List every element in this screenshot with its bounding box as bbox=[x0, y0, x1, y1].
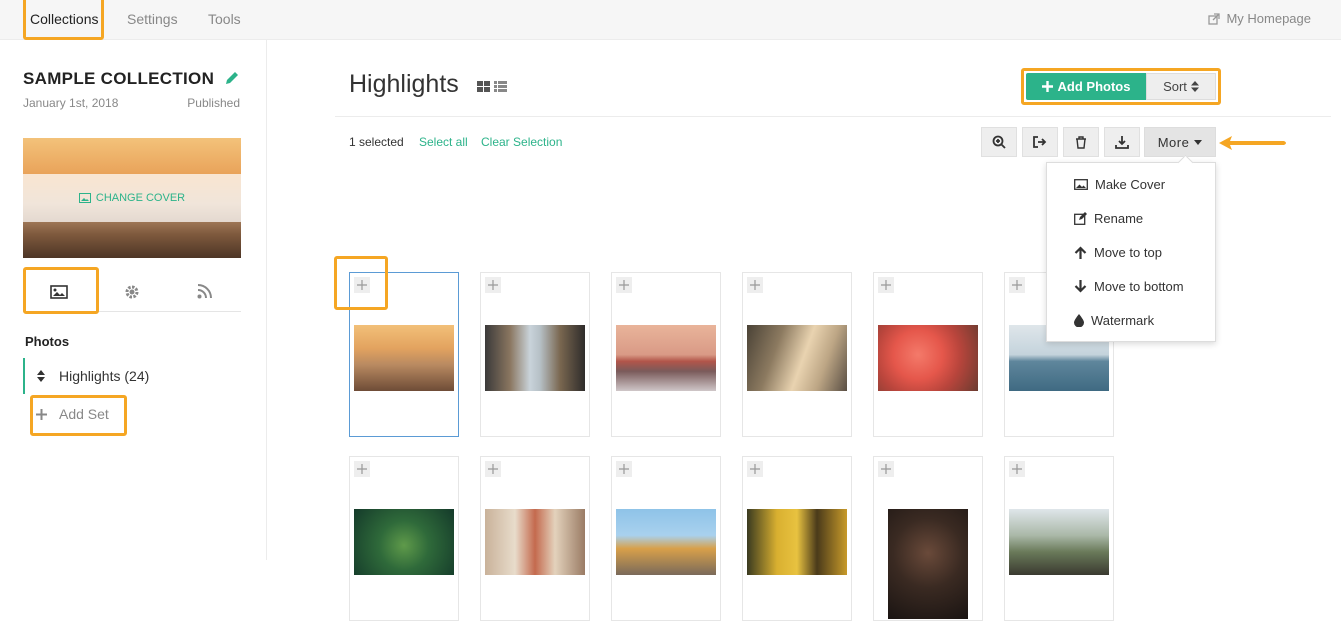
drag-handle-icon[interactable] bbox=[878, 461, 894, 477]
collection-title: SAMPLE COLLECTION bbox=[23, 69, 215, 88]
my-homepage-link[interactable]: My Homepage bbox=[1208, 11, 1311, 26]
photo-thumbnail bbox=[888, 509, 968, 619]
drag-handle-icon[interactable] bbox=[616, 277, 632, 293]
more-label: More bbox=[1157, 134, 1190, 150]
highlight-box-add-sort bbox=[1021, 68, 1221, 105]
cover-image: CHANGE COVER bbox=[23, 138, 241, 258]
photo-tile[interactable] bbox=[873, 456, 983, 621]
trash-icon bbox=[1076, 135, 1086, 149]
photo-thumbnail bbox=[878, 325, 978, 391]
page-title: Highlights bbox=[349, 70, 459, 98]
sidebar-set-highlights[interactable]: Highlights (24) bbox=[23, 358, 241, 394]
highlight-box-add-set bbox=[30, 395, 127, 436]
external-link-icon bbox=[1208, 12, 1221, 25]
drag-handle-icon[interactable] bbox=[485, 277, 501, 293]
view-toggle bbox=[477, 81, 507, 92]
delete-button[interactable] bbox=[1063, 127, 1099, 157]
photo-tile[interactable] bbox=[611, 272, 721, 437]
photo-tile[interactable] bbox=[742, 272, 852, 437]
collection-date: January 1st, 2018 bbox=[23, 96, 119, 110]
change-cover-button[interactable]: CHANGE COVER bbox=[23, 174, 241, 222]
annotation-arrow bbox=[1219, 136, 1286, 150]
highlight-box-collections bbox=[23, 0, 104, 40]
photo-tile[interactable] bbox=[480, 272, 590, 437]
photo-tile[interactable] bbox=[1004, 456, 1114, 621]
tab-tools[interactable]: Tools bbox=[208, 11, 241, 27]
move-to-bottom-label: Move to bottom bbox=[1094, 278, 1184, 294]
rename-label: Rename bbox=[1094, 210, 1144, 226]
grid-view-icon[interactable] bbox=[477, 81, 490, 92]
tab-settings[interactable]: Settings bbox=[127, 11, 178, 27]
menu-item-make-cover[interactable]: Make Cover bbox=[1047, 167, 1215, 201]
photo-thumbnail bbox=[616, 509, 716, 575]
make-cover-label: Make Cover bbox=[1095, 176, 1166, 192]
photo-thumbnail bbox=[354, 325, 454, 391]
highlight-box-photos-tab bbox=[23, 267, 99, 314]
tab-gear[interactable] bbox=[96, 272, 169, 311]
photos-heading: Photos bbox=[25, 334, 70, 349]
set-label: Highlights (24) bbox=[59, 368, 150, 384]
photo-thumbnail bbox=[747, 325, 847, 391]
zoom-in-icon bbox=[992, 135, 1006, 149]
image-icon bbox=[78, 193, 91, 203]
menu-item-move-to-top[interactable]: Move to top bbox=[1047, 235, 1215, 269]
sign-out-icon bbox=[1033, 136, 1047, 148]
menu-item-watermark[interactable]: Watermark bbox=[1047, 303, 1215, 337]
tab-rss[interactable] bbox=[168, 272, 241, 311]
photo-tile[interactable] bbox=[480, 456, 590, 621]
image-icon bbox=[1074, 178, 1088, 190]
collection-status: Published bbox=[187, 96, 240, 110]
more-button[interactable]: More bbox=[1144, 127, 1216, 157]
sort-arrows-icon bbox=[37, 370, 45, 382]
photo-thumbnail bbox=[747, 509, 847, 575]
top-bar: Collections Settings Tools My Homepage bbox=[0, 0, 1341, 40]
photo-thumbnail bbox=[485, 509, 585, 575]
my-homepage-label: My Homepage bbox=[1226, 11, 1311, 26]
download-icon bbox=[1115, 135, 1129, 149]
gear-icon bbox=[125, 285, 139, 298]
clear-selection-link[interactable]: Clear Selection bbox=[481, 135, 562, 149]
highlight-box-drag-handle bbox=[334, 256, 388, 310]
drag-handle-icon[interactable] bbox=[747, 277, 763, 293]
drag-handle-icon[interactable] bbox=[1009, 461, 1025, 477]
select-all-link[interactable]: Select all bbox=[419, 135, 468, 149]
arrow-up-icon bbox=[1074, 245, 1087, 259]
watermark-label: Watermark bbox=[1091, 312, 1155, 328]
list-view-icon[interactable] bbox=[494, 81, 507, 92]
divider bbox=[335, 116, 1331, 117]
photo-tile[interactable] bbox=[873, 272, 983, 437]
drag-handle-icon[interactable] bbox=[878, 277, 894, 293]
edit-pencil-icon[interactable] bbox=[224, 70, 240, 86]
arrow-down-icon bbox=[1074, 279, 1087, 293]
drag-handle-icon[interactable] bbox=[747, 461, 763, 477]
move-to-top-label: Move to top bbox=[1094, 244, 1162, 260]
zoom-button[interactable] bbox=[981, 127, 1017, 157]
photo-thumbnail bbox=[485, 325, 585, 391]
move-button[interactable] bbox=[1022, 127, 1058, 157]
rss-icon bbox=[197, 284, 213, 299]
photo-thumbnail bbox=[616, 325, 716, 391]
more-dropdown-menu: Make Cover Rename Move to top Move to bo… bbox=[1046, 162, 1216, 342]
change-cover-label: CHANGE COVER bbox=[95, 192, 186, 204]
menu-item-move-to-bottom[interactable]: Move to bottom bbox=[1047, 269, 1215, 303]
photo-thumbnail bbox=[1009, 509, 1109, 575]
download-button[interactable] bbox=[1104, 127, 1140, 157]
photo-tile[interactable] bbox=[611, 456, 721, 621]
menu-item-rename[interactable]: Rename bbox=[1047, 201, 1215, 235]
droplet-icon bbox=[1074, 313, 1084, 327]
photo-tile[interactable] bbox=[742, 456, 852, 621]
drag-handle-icon[interactable] bbox=[485, 461, 501, 477]
edit-icon bbox=[1074, 211, 1087, 225]
caret-down-icon bbox=[1194, 139, 1203, 145]
selected-count: 1 selected bbox=[349, 135, 404, 149]
drag-handle-icon[interactable] bbox=[354, 461, 370, 477]
drag-handle-icon[interactable] bbox=[1009, 277, 1025, 293]
photo-tile[interactable] bbox=[349, 456, 459, 621]
photo-thumbnail bbox=[354, 509, 454, 575]
drag-handle-icon[interactable] bbox=[616, 461, 632, 477]
